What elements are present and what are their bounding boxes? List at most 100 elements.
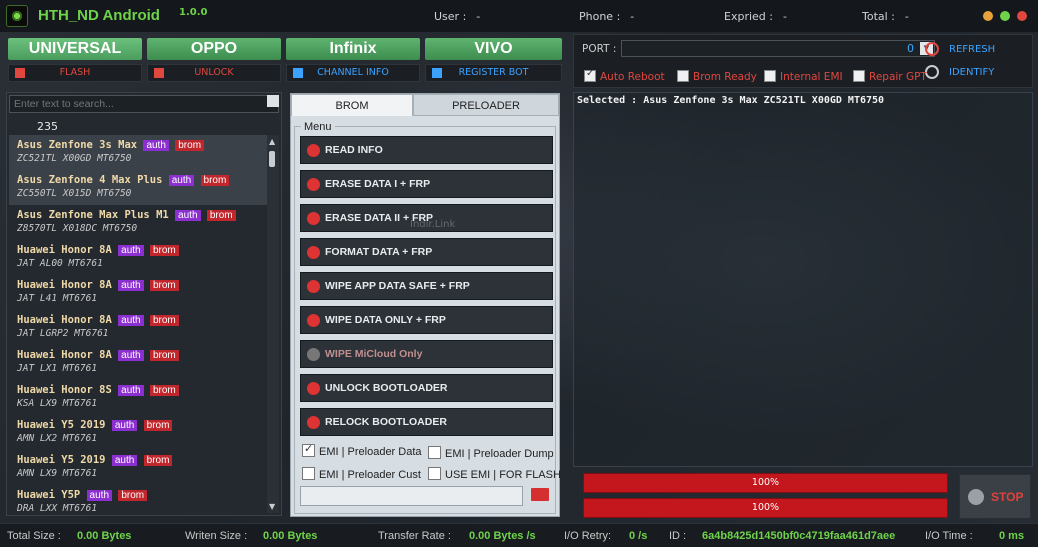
list-item[interactable]: Huawei Honor 8A auth brom JAT AL00 MT6761 [9, 240, 267, 275]
minimize-button[interactable] [983, 11, 993, 21]
register-bot-button[interactable]: REGISTER BOT [425, 64, 562, 82]
tab-preloader[interactable]: PRELOADER [413, 94, 559, 116]
search-icon[interactable] [267, 95, 279, 107]
brom-ready-checkbox[interactable]: Brom Ready [677, 70, 757, 83]
list-item[interactable]: Asus Zenfone Max Plus M1 auth brom Z8570T… [9, 205, 267, 240]
model-code: Z8570TL X018DC MT6750 [17, 223, 138, 234]
scroll-thumb[interactable] [269, 151, 275, 167]
register-bot-icon [432, 68, 442, 78]
model-name: Huawei Y5 2019 auth brom [17, 419, 259, 431]
model-name-text: Huawei Y5 2019 [17, 419, 106, 431]
refresh-icon [925, 42, 939, 56]
tab-oppo[interactable]: OPPO [147, 38, 281, 60]
list-item[interactable]: Huawei Honor 8S auth brom KSA LX9 MT6761 [9, 380, 267, 415]
flash-button[interactable]: FLASH [8, 64, 142, 82]
auth-badge: auth [175, 210, 201, 221]
use-emi-for-flash-checkbox[interactable]: USE EMI | FOR FLASH [428, 467, 561, 481]
log-panel: Selected : Asus Zenfone 3s Max ZC521TL X… [573, 92, 1033, 467]
repair-gpt-checkbox[interactable]: Repair GPT [853, 70, 927, 83]
model-name-text: Asus Zenfone Max Plus M1 [17, 209, 169, 221]
list-item[interactable]: Huawei Y5P auth brom DRA LXX MT6761 [9, 485, 267, 515]
scroll-down-icon[interactable]: ▼ [269, 502, 275, 511]
model-name-text: Huawei Honor 8S [17, 384, 112, 396]
search-input[interactable] [9, 95, 279, 113]
read-info-button[interactable]: READ INFO [300, 136, 553, 164]
checkbox-box[interactable] [428, 467, 441, 480]
model-name: Huawei Y5 2019 auth brom [17, 454, 259, 466]
unlock-bootloader-icon [307, 382, 320, 395]
brom-badge: brom [149, 245, 179, 256]
identify-button[interactable]: IDENTIFY [925, 65, 994, 79]
brom-badge: brom [143, 420, 173, 431]
model-name-text: Asus Zenfone 4 Max Plus [17, 174, 163, 186]
auth-badge: auth [118, 280, 144, 291]
close-button[interactable] [1017, 11, 1027, 21]
erase-data-i-frp-button[interactable]: ERASE DATA I + FRP [300, 170, 553, 198]
wipe-micloud-only-button[interactable]: WIPE MiCloud Only [300, 340, 553, 368]
file-path-field[interactable] [300, 486, 523, 506]
model-list: Asus Zenfone 3s Max auth brom ZC521TL X00… [9, 135, 267, 515]
checkbox-box[interactable] [428, 446, 441, 459]
list-item[interactable]: Huawei Honor 8A auth brom JAT LX1 MT6761 [9, 345, 267, 380]
status-bar: Total Size : 0.00 Bytes Writen Size : 0.… [0, 523, 1038, 547]
relock-bootloader-button[interactable]: RELOCK BOOTLOADER [300, 408, 553, 436]
checkbox-box[interactable] [853, 70, 865, 82]
scroll-up-icon[interactable]: ▲ [269, 137, 275, 146]
model-name-text: Huawei Honor 8A [17, 279, 112, 291]
checkbox-box[interactable] [677, 70, 689, 82]
user-label: User : [434, 10, 467, 23]
auth-badge: auth [168, 175, 195, 186]
checkbox-box[interactable] [302, 442, 315, 457]
format-data-frp-button[interactable]: FORMAT DATA + FRP [300, 238, 553, 266]
list-item[interactable]: Asus Zenfone 3s Max auth brom ZC521TL X00… [9, 135, 267, 170]
model-name: Huawei Honor 8S auth brom [17, 384, 259, 396]
model-name-text: Huawei Y5 2019 [17, 454, 106, 466]
id-label: ID : [669, 530, 687, 542]
model-code: ZC550TL X015D MT6750 [17, 188, 132, 199]
refresh-button[interactable]: REFRESH [925, 42, 995, 56]
folder-icon[interactable] [531, 488, 549, 501]
list-item[interactable]: Asus Zenfone 4 Max Plus auth brom ZC550TL… [9, 170, 267, 205]
tab-universal[interactable]: UNIVERSAL [8, 38, 142, 60]
channel-info-button[interactable]: CHANNEL INFO [286, 64, 420, 82]
written-size-label: Writen Size : [185, 530, 248, 542]
emi-preloader-dump-checkbox[interactable]: EMI | Preloader Dump [428, 446, 554, 460]
io-retry-value: 0 /s [629, 530, 648, 542]
wipe-data-only-frp-button[interactable]: WIPE DATA ONLY + FRP [300, 306, 553, 334]
checkbox-box[interactable] [584, 68, 596, 82]
magnifier-icon [925, 65, 939, 79]
stop-button[interactable]: STOP [959, 474, 1031, 519]
wipe-app-data-safe-frp-button[interactable]: WIPE APP DATA SAFE + FRP [300, 272, 553, 300]
auto-reboot-checkbox[interactable]: Auto Reboot [584, 68, 665, 83]
checkbox-box[interactable] [302, 467, 315, 480]
list-item[interactable]: Huawei Honor 8A auth brom JAT LGRP2 MT676… [9, 310, 267, 345]
expired-info: Expried :- [724, 10, 787, 23]
list-item[interactable]: Huawei Y5 2019 auth brom AMN LX9 MT6761 [9, 450, 267, 485]
brom-badge: brom [206, 210, 236, 221]
emi-preloader-data-checkbox[interactable]: EMI | Preloader Data [302, 442, 422, 458]
log-text: Selected : Asus Zenfone 3s Max ZC521TL X… [577, 95, 885, 106]
tab-brom[interactable]: BROM [291, 94, 413, 116]
model-count: 235 [37, 120, 58, 133]
emi-preloader-cust-checkbox[interactable]: EMI | Preloader Cust [302, 467, 421, 481]
unlock-button[interactable]: UNLOCK [147, 64, 281, 82]
maximize-button[interactable] [1000, 11, 1010, 21]
tab-infinix[interactable]: Infinix [286, 38, 420, 60]
brom-badge: brom [149, 385, 179, 396]
model-name-text: Huawei Y5P [17, 489, 81, 501]
checkbox-box[interactable] [764, 70, 776, 82]
tab-vivo[interactable]: VIVO [425, 38, 562, 60]
internal-emi-checkbox[interactable]: Internal EMI [764, 70, 843, 83]
list-item[interactable]: Huawei Y5 2019 auth brom AMN LX2 MT6761 [9, 415, 267, 450]
wipe-icon [307, 280, 320, 293]
progress-bar-2: 100% [583, 498, 948, 518]
list-scrollbar[interactable]: ▲ ▼ [267, 135, 279, 513]
port-label: PORT : [582, 43, 617, 55]
title-bar: HTH_ND Android 1.0.0 User :- Phone :- Ex… [0, 0, 1038, 32]
port-select[interactable]: 0 ▼ [621, 40, 935, 57]
stop-icon [968, 489, 984, 505]
app-version: 1.0.0 [179, 7, 208, 18]
list-item[interactable]: Huawei Honor 8A auth brom JAT L41 MT6761 [9, 275, 267, 310]
model-name: Huawei Honor 8A auth brom [17, 349, 259, 361]
unlock-bootloader-button[interactable]: UNLOCK BOOTLOADER [300, 374, 553, 402]
